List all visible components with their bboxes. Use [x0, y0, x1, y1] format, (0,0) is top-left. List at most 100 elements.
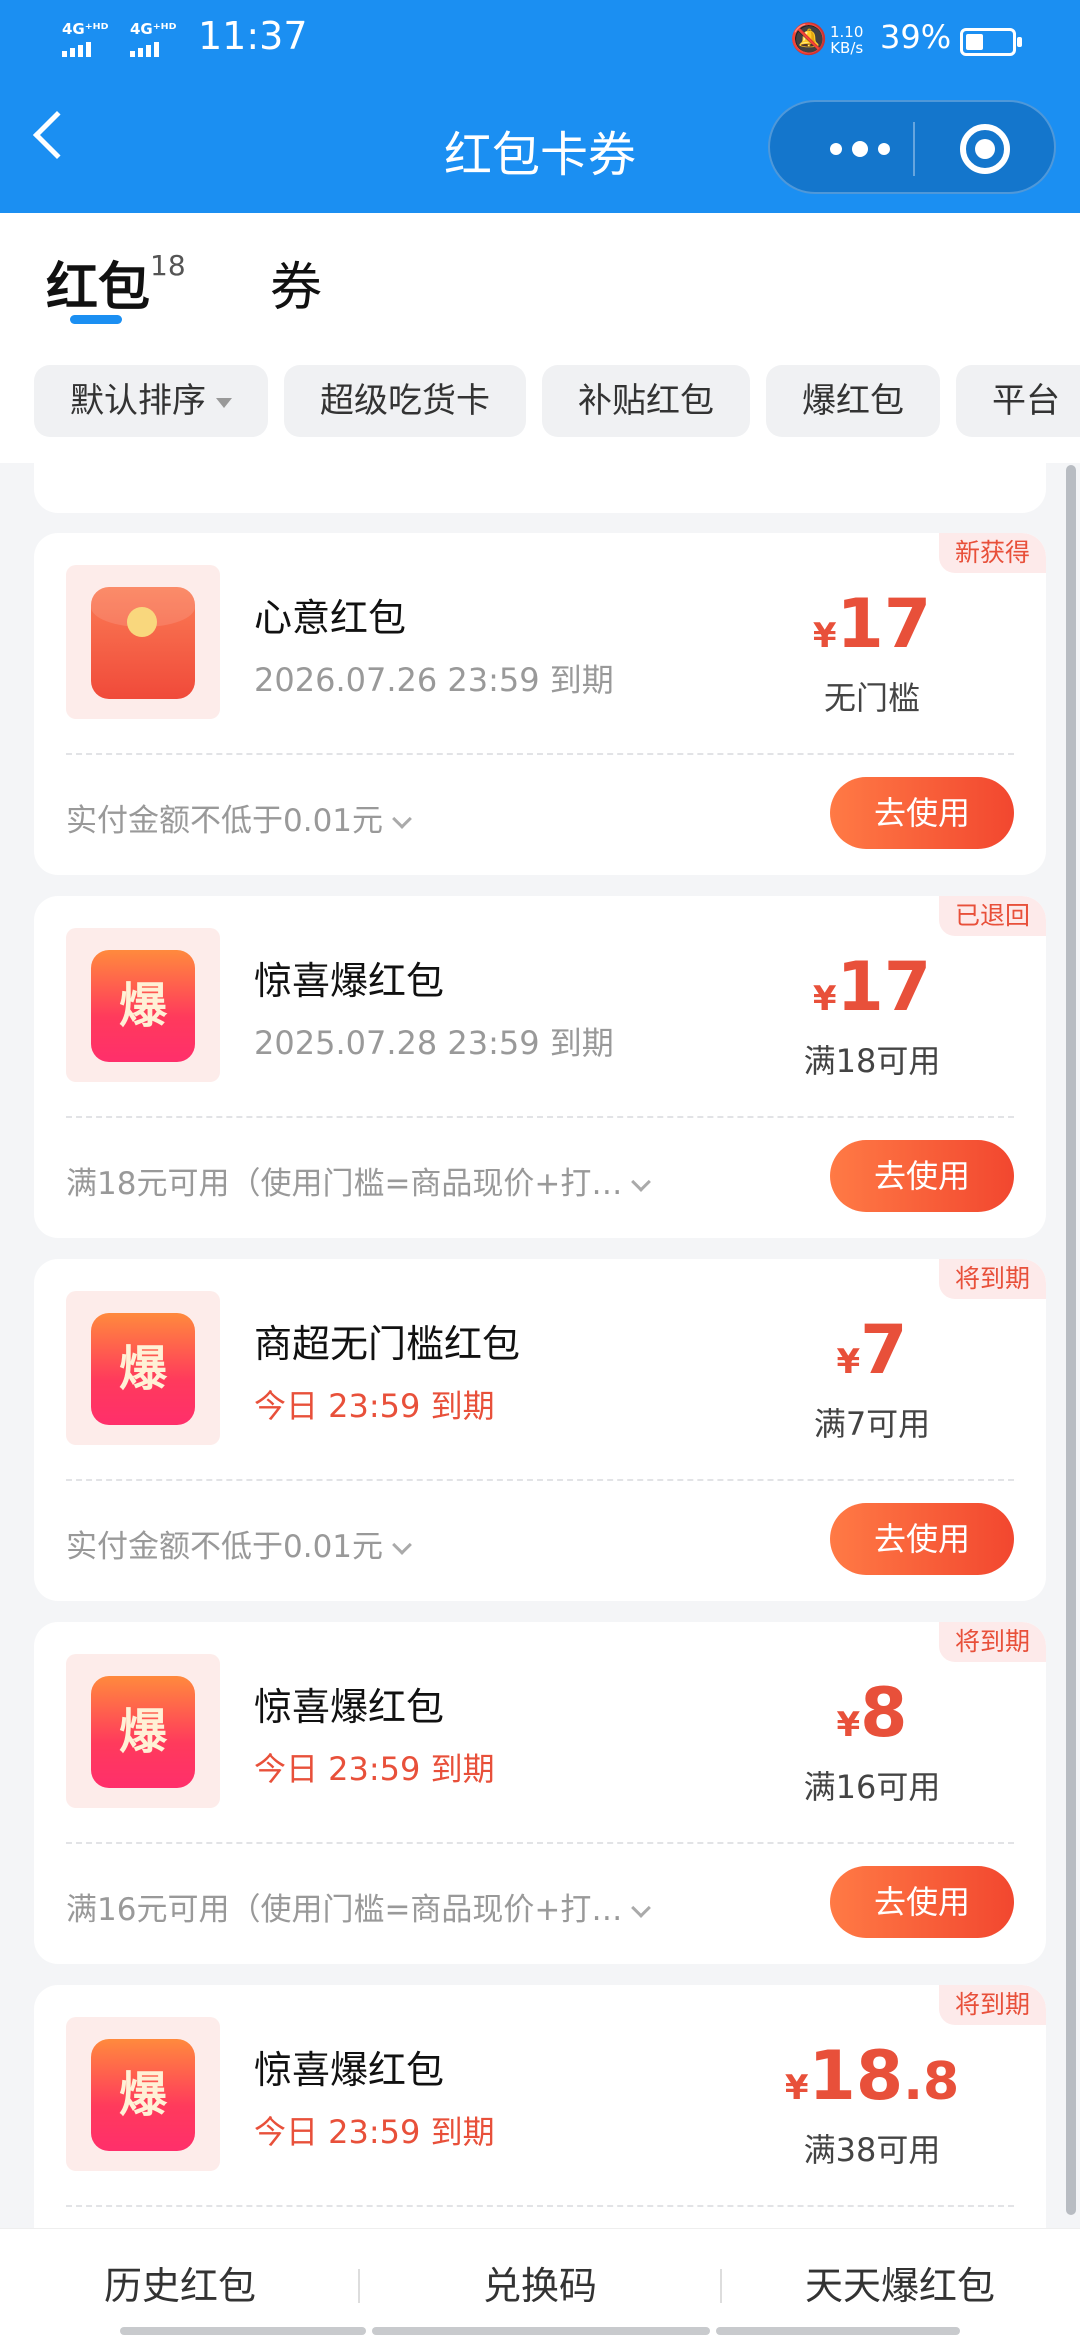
network-speed-value: 1.10	[830, 23, 864, 41]
tab-coupon[interactable]: 券	[270, 245, 322, 320]
use-button[interactable]: 去使用	[830, 777, 1014, 849]
battery-percent: 39%	[880, 18, 952, 56]
status-badge: 将到期	[938, 1259, 1046, 1299]
battery-fill	[966, 34, 983, 50]
redpacket-amount: ¥7	[752, 1311, 992, 1390]
status-badge: 将到期	[938, 1622, 1046, 1662]
redpacket-condition: 无门槛	[823, 679, 920, 717]
yen-symbol: ¥	[836, 1342, 861, 1382]
redpacket-icon-box: 爆	[66, 2017, 220, 2171]
capsule-divider	[913, 122, 915, 176]
bao-icon: 爆	[91, 950, 195, 1062]
sim1-network-label: 4G⁺ᴴᴰ	[62, 20, 109, 38]
close-target-icon[interactable]	[960, 124, 1010, 174]
rule-toggle[interactable]: 满18元可用（使用门槛=商品现价+打…	[66, 1158, 652, 1203]
previous-card-edge	[34, 463, 1046, 513]
yen-symbol: ¥	[784, 2068, 809, 2108]
history-redpacket-button[interactable]: 历史红包	[30, 2255, 330, 2310]
redpacket-list[interactable]: 新获得 心意红包 2026.07.26 23:59 到期 ¥17 无门槛 实付金…	[0, 463, 1080, 2228]
envelope-icon	[91, 587, 195, 699]
bao-icon: 爆	[91, 1676, 195, 1788]
redpacket-condition: 满18可用	[803, 1042, 941, 1080]
rule-text: 满16元可用（使用门槛=商品现价+打…	[66, 1892, 623, 1928]
chevron-down-icon	[631, 1172, 652, 1192]
dashed-divider	[66, 1842, 1014, 1844]
redpacket-condition: 满38可用	[803, 2131, 941, 2169]
redpacket-expiry: 2026.07.26 23:59 到期	[254, 661, 614, 699]
miniprogram-capsule	[768, 100, 1056, 194]
clock: 11:37	[198, 14, 308, 58]
tab-bar: 红包 18 券 默认排序 超级吃货卡 补贴红包 爆红包 平台	[0, 213, 1080, 463]
redpacket-expiry: 今日 23:59 到期	[254, 1750, 495, 1788]
network-speed-unit: KB/s	[830, 39, 864, 57]
rule-text: 满18元可用（使用门槛=商品现价+打…	[66, 1166, 623, 1202]
redpacket-name: 商超无门槛红包	[254, 1322, 521, 1366]
redpacket-icon-box: 爆	[66, 1654, 220, 1808]
chevron-down-icon	[392, 809, 412, 829]
filter-chips: 默认排序 超级吃货卡 补贴红包 爆红包 平台	[34, 365, 1080, 437]
yen-symbol: ¥	[836, 1705, 861, 1745]
redpacket-card: 将到期 爆 惊喜爆红包 今日 23:59 到期 ¥18.8 满38可用	[34, 1985, 1046, 2228]
yen-symbol: ¥	[812, 979, 837, 1019]
rule-text: 实付金额不低于0.01元	[66, 1529, 384, 1565]
dashed-divider	[66, 2205, 1014, 2207]
amount-value: 17	[836, 948, 932, 1027]
redpacket-icon-box: 爆	[66, 1291, 220, 1445]
status-badge: 将到期	[938, 1985, 1046, 2025]
redpacket-amount: ¥8	[752, 1674, 992, 1753]
amount-value: 8	[860, 1674, 908, 1753]
use-button[interactable]: 去使用	[830, 1866, 1014, 1938]
bao-icon: 爆	[91, 1313, 195, 1425]
home-indicator-segment	[372, 2327, 710, 2335]
redpacket-name: 心意红包	[254, 596, 407, 640]
home-indicator-segment	[120, 2327, 366, 2335]
redpacket-card: 新获得 心意红包 2026.07.26 23:59 到期 ¥17 无门槛 实付金…	[34, 533, 1046, 875]
use-button[interactable]: 去使用	[830, 1503, 1014, 1575]
chevron-down-icon	[392, 1535, 412, 1555]
daily-bao-redpacket-button[interactable]: 天天爆红包	[750, 2255, 1050, 2310]
amount-value: 18	[808, 2037, 904, 2116]
redeem-code-button[interactable]: 兑换码	[390, 2255, 690, 2310]
redpacket-expiry: 2025.07.28 23:59 到期	[254, 1024, 614, 1062]
rule-toggle[interactable]: 满16元可用（使用门槛=商品现价+打…	[66, 1884, 652, 1929]
use-button[interactable]: 去使用	[830, 1140, 1014, 1212]
redpacket-condition: 满7可用	[813, 1405, 931, 1443]
rule-text: 实付金额不低于0.01元	[66, 803, 384, 839]
more-dots-icon[interactable]	[810, 132, 910, 166]
tab-redpacket[interactable]: 红包	[46, 245, 150, 320]
redpacket-icon-box: 爆	[66, 928, 220, 1082]
home-indicator-segment	[716, 2327, 960, 2335]
amount-value: 17	[836, 585, 932, 664]
tab-redpacket-count: 18	[150, 249, 186, 282]
status-badge: 新获得	[938, 533, 1046, 573]
amount-value: 7	[860, 1311, 908, 1390]
filter-super-foodie-card[interactable]: 超级吃货卡	[284, 365, 526, 437]
rule-toggle[interactable]: 实付金额不低于0.01元	[66, 1521, 412, 1566]
redpacket-name: 惊喜爆红包	[254, 2048, 445, 2092]
filter-subsidy-redpacket[interactable]: 补贴红包	[542, 365, 750, 437]
sim2-network-label: 4G⁺ᴴᴰ	[130, 20, 177, 38]
redpacket-icon-box	[66, 565, 220, 719]
list-scrollbar[interactable]	[1066, 465, 1076, 2215]
redpacket-card: 将到期 爆 商超无门槛红包 今日 23:59 到期 ¥7 满7可用 实付金额不低…	[34, 1259, 1046, 1601]
rule-toggle[interactable]: 实付金额不低于0.01元	[66, 795, 412, 840]
status-badge: 已退回	[938, 896, 1046, 936]
amount-decimal: .8	[903, 2052, 960, 2112]
sim1-signal-icon: 4G⁺ᴴᴰ	[62, 22, 108, 57]
filter-platform[interactable]: 平台	[956, 365, 1080, 437]
filter-sort[interactable]: 默认排序	[34, 365, 268, 437]
app-header: 4G⁺ᴴᴰ 4G⁺ᴴᴰ 11:37 🔕 1.10 KB/s 39% 红包卡券	[0, 0, 1080, 213]
redpacket-name: 惊喜爆红包	[254, 1685, 445, 1729]
bottom-nav-divider	[720, 2269, 722, 2303]
bottom-nav: 历史红包 兑换码 天天爆红包	[0, 2228, 1080, 2340]
sim2-signal-icon: 4G⁺ᴴᴰ	[130, 22, 176, 57]
yen-symbol: ¥	[812, 616, 837, 656]
filter-sort-label: 默认排序	[70, 381, 206, 421]
filter-bao-redpacket[interactable]: 爆红包	[766, 365, 940, 437]
mute-bell-icon: 🔕	[790, 22, 828, 57]
bottom-nav-divider	[358, 2269, 360, 2303]
redpacket-name: 惊喜爆红包	[254, 959, 445, 1003]
network-speed: 1.10 KB/s	[830, 24, 863, 56]
dashed-divider	[66, 1479, 1014, 1481]
caret-down-icon	[216, 397, 232, 408]
